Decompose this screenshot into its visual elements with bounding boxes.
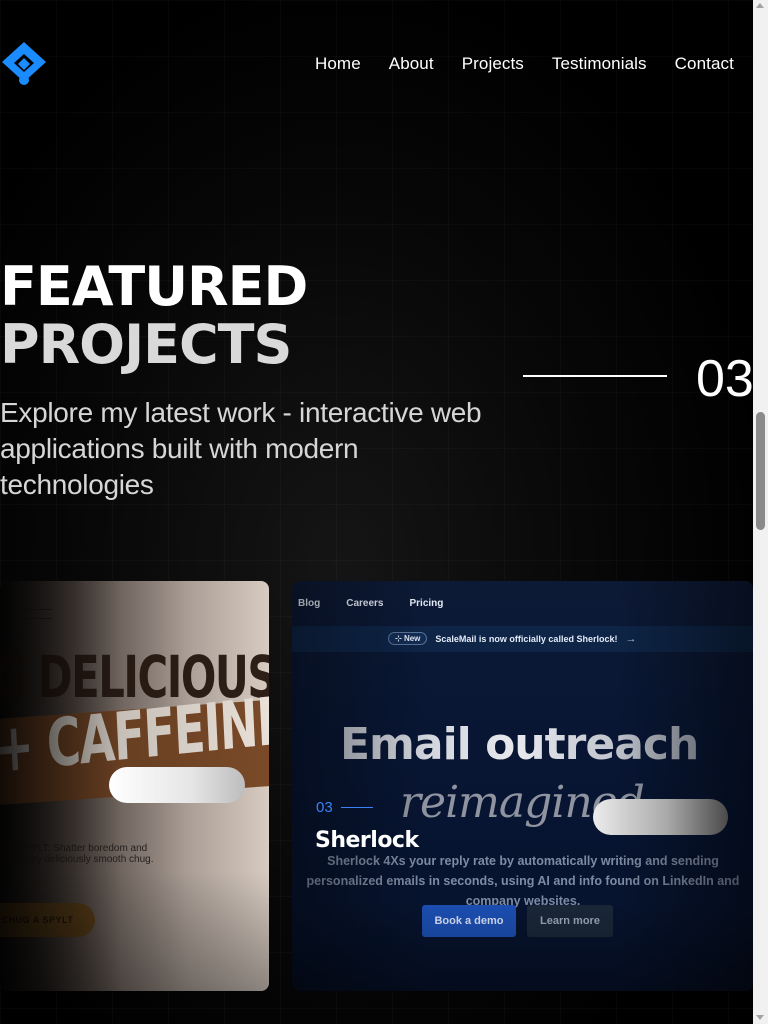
diamond-logo-icon[interactable] [0,40,48,88]
spylt-cta-button: CHUG A SPYLT [0,903,95,937]
new-badge-label: New [403,634,421,643]
vertical-scrollbar[interactable] [753,0,768,1024]
section-title: FEATURED PROJECTS [0,255,308,376]
nav-contact-link[interactable]: Contact [675,54,734,74]
active-project-title: Sherlock [315,828,419,853]
scroll-down-arrow-icon[interactable] [756,1015,764,1020]
nav-testimonials-link[interactable]: Testimonials [552,54,647,74]
project-pill-left [109,767,245,803]
project-counter: 03 [696,350,753,408]
sherlock-nav-careers: Careers [346,598,384,609]
spylt-copy-line2: ith every deliciously smooth chug. [4,854,154,865]
nav-about-link[interactable]: About [389,54,434,74]
card-bottom-overlay [292,901,753,991]
page: Home About Projects Testimonials Contact… [0,0,753,1024]
announcement-text: ScaleMail is now officially called Sherl… [435,633,618,644]
project-pill-right [593,799,728,835]
main-nav: Home About Projects Testimonials Contact [315,54,734,74]
project-card-sherlock[interactable]: Blog Careers Pricing ⊹ New ScaleMail is … [292,581,753,991]
hamburger-menu-icon [24,609,52,627]
sherlock-description: Sherlock 4Xs your reply rate by automati… [306,854,740,908]
active-project-number: 03 [316,799,333,816]
spylt-copy-line1: ng SPYLT: Shatter boredom and [4,843,148,854]
nav-home-link[interactable]: Home [315,54,361,74]
announcement-banner: ⊹ New ScaleMail is now officially called… [292,626,753,652]
section-subtitle: Explore my latest work - interactive web… [0,397,482,500]
active-project-line [341,807,373,808]
sherlock-nav: Blog Careers Pricing [298,598,443,609]
counter-divider [523,375,667,377]
section-title-line1: FEATURED [0,255,308,318]
nav-projects-link[interactable]: Projects [462,54,524,74]
book-demo-button: Book a demo [422,905,516,937]
spylt-copy: ng SPYLT: Shatter boredom and ith every … [4,843,154,865]
section-title-line2: PROJECTS [0,313,292,376]
new-badge: ⊹ New [388,632,428,645]
scrollbar-thumb[interactable] [756,412,765,530]
sherlock-nav-pricing: Pricing [409,598,444,609]
sherlock-nav-blog: Blog [298,598,321,609]
learn-more-button: Learn more [527,905,613,937]
sherlock-headline: Email outreach [340,719,699,770]
arrow-right-icon: → [625,632,637,645]
scroll-up-arrow-icon[interactable] [756,3,764,8]
